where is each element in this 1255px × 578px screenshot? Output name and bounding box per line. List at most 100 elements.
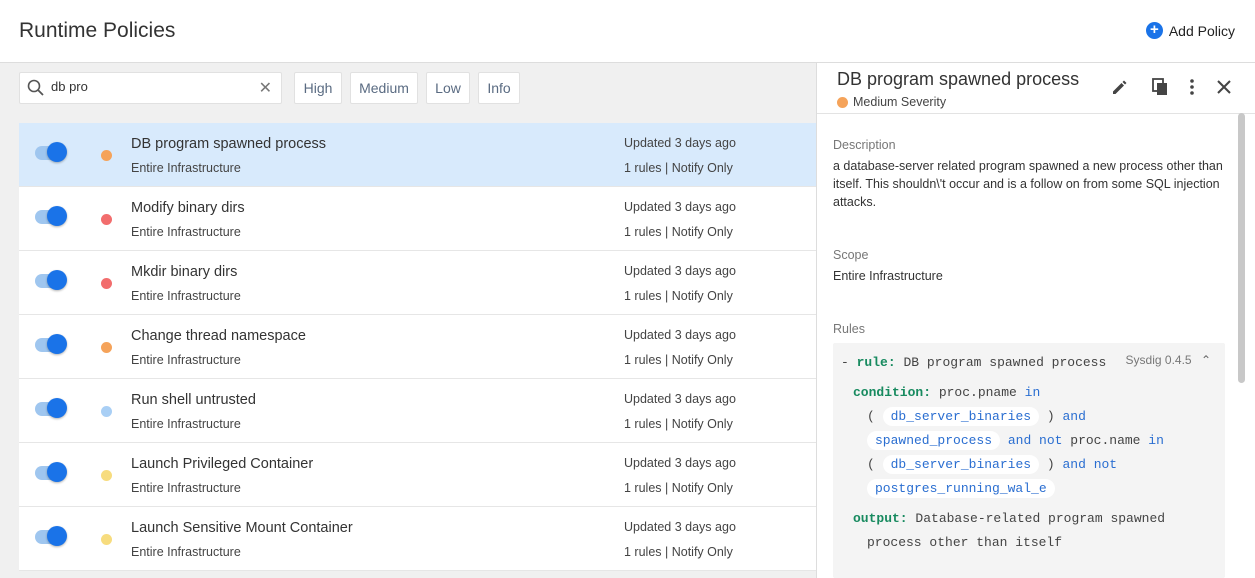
severity-dot: [101, 150, 112, 161]
policy-row[interactable]: Change thread namespace Entire Infrastru…: [19, 315, 816, 379]
enable-toggle[interactable]: [35, 462, 67, 482]
condition-operator: in: [1148, 433, 1164, 448]
enable-toggle[interactable]: [35, 398, 67, 418]
version-label[interactable]: Sysdig 0.4.5 ⌃: [1126, 353, 1211, 367]
output-text: Database-related program spawned: [915, 511, 1166, 526]
condition-field: proc.pname: [938, 385, 1017, 400]
policy-detail-panel: DB program spawned process Medium Severi…: [816, 63, 1255, 578]
condition-key: condition:: [853, 385, 932, 400]
chevron-up-icon: ⌃: [1200, 353, 1211, 367]
policy-row[interactable]: Run shell untrusted Entire Infrastructur…: [19, 379, 816, 443]
policy-meta: 1 rules | Notify Only: [624, 353, 733, 367]
macro-chip[interactable]: postgres_running_wal_e: [867, 479, 1055, 498]
output-text: process other than itself: [867, 535, 1063, 550]
filter-low[interactable]: Low: [426, 72, 470, 104]
clear-search-icon[interactable]: ✕: [259, 78, 272, 98]
enable-toggle[interactable]: [35, 206, 67, 226]
rule-code-block: - rule: DB program spawned process Sysdi…: [833, 343, 1225, 578]
policy-row[interactable]: Mkdir binary dirs Entire Infrastructure …: [19, 251, 816, 315]
policy-name: Launch Sensitive Mount Container: [131, 520, 353, 536]
search-box[interactable]: ✕: [19, 72, 282, 104]
policy-name: Mkdir binary dirs: [131, 264, 238, 280]
severity-dot: [101, 214, 112, 225]
top-bar: Runtime Policies + Add Policy: [0, 0, 1255, 63]
policy-scope: Entire Infrastructure: [131, 417, 241, 431]
filter-info[interactable]: Info: [478, 72, 520, 104]
severity-indicator: Medium Severity: [837, 95, 946, 109]
policy-updated: Updated 3 days ago: [624, 264, 736, 278]
macro-chip[interactable]: db_server_binaries: [882, 407, 1040, 426]
rule-dash: -: [841, 355, 849, 370]
policy-meta: 1 rules | Notify Only: [624, 161, 733, 175]
policy-row[interactable]: Modify binary dirs Entire Infrastructure…: [19, 187, 816, 251]
filter-high[interactable]: High: [294, 72, 342, 104]
scope-text: Entire Infrastructure: [833, 269, 943, 283]
policy-meta: 1 rules | Notify Only: [624, 417, 733, 431]
policy-meta: 1 rules | Notify Only: [624, 545, 733, 559]
condition-operator: in: [1024, 385, 1041, 400]
add-policy-label: Add Policy: [1168, 22, 1235, 39]
rules-label: Rules: [833, 322, 865, 336]
severity-dot: [101, 406, 112, 417]
filter-medium[interactable]: Medium: [350, 72, 418, 104]
severity-dot: [101, 470, 112, 481]
macro-chip[interactable]: db_server_binaries: [882, 455, 1040, 474]
output-key: output:: [853, 511, 908, 526]
severity-dot: [837, 96, 848, 108]
policy-name: Modify binary dirs: [131, 200, 245, 216]
paren-close: ): [1046, 457, 1055, 472]
policy-updated: Updated 3 days ago: [624, 520, 736, 534]
add-policy-button[interactable]: + Add Policy: [1145, 22, 1235, 39]
panel-header: DB program spawned process Medium Severi…: [817, 63, 1255, 114]
close-icon[interactable]: [1214, 77, 1234, 97]
condition-operator: and: [1062, 409, 1086, 424]
scope-label: Scope: [833, 248, 869, 262]
policy-scope: Entire Infrastructure: [131, 161, 241, 175]
policy-updated: Updated 3 days ago: [624, 136, 736, 150]
description-text: a database-server related program spawne…: [833, 159, 1223, 209]
policy-updated: Updated 3 days ago: [624, 200, 736, 214]
paren-open: (: [867, 457, 875, 472]
plus-circle-icon: +: [1145, 22, 1163, 39]
severity-label: Medium Severity: [853, 95, 947, 109]
policy-scope: Entire Infrastructure: [131, 353, 241, 367]
condition-operator: and not: [1062, 457, 1118, 472]
panel-title: DB program spawned process: [837, 69, 1080, 89]
description-label: Description: [833, 138, 896, 152]
severity-dot: [101, 534, 112, 545]
policy-scope: Entire Infrastructure: [131, 545, 241, 559]
enable-toggle[interactable]: [35, 526, 67, 546]
enable-toggle[interactable]: [35, 270, 67, 290]
enable-toggle[interactable]: [35, 142, 67, 162]
policy-row[interactable]: Launch Privileged Container Entire Infra…: [19, 443, 816, 507]
condition-operator: and not: [1007, 433, 1063, 448]
policy-updated: Updated 3 days ago: [624, 456, 736, 470]
policy-meta: 1 rules | Notify Only: [624, 225, 733, 239]
policy-row[interactable]: DB program spawned process Entire Infras…: [19, 123, 816, 187]
macro-chip[interactable]: spawned_process: [867, 431, 1001, 450]
policy-name: Launch Privileged Container: [131, 456, 314, 472]
copy-icon[interactable]: [1150, 77, 1170, 97]
policy-updated: Updated 3 days ago: [624, 392, 736, 406]
paren-open: (: [867, 409, 875, 424]
more-options-icon[interactable]: [1182, 77, 1202, 97]
policy-name: Run shell untrusted: [131, 392, 256, 408]
edit-icon[interactable]: [1110, 77, 1130, 97]
policy-meta: 1 rules | Notify Only: [624, 289, 733, 303]
severity-dot: [101, 278, 112, 289]
policy-scope: Entire Infrastructure: [131, 225, 241, 239]
page-title: Runtime Policies: [19, 19, 176, 42]
policy-name: Change thread namespace: [131, 328, 306, 344]
paren-close: ): [1046, 409, 1055, 424]
policy-row[interactable]: Launch Sensitive Mount Container Entire …: [19, 507, 816, 571]
search-input[interactable]: [51, 79, 251, 94]
enable-toggle[interactable]: [35, 334, 67, 354]
policy-name: DB program spawned process: [131, 136, 327, 152]
policy-scope: Entire Infrastructure: [131, 481, 241, 495]
policy-meta: 1 rules | Notify Only: [624, 481, 733, 495]
severity-dot: [101, 342, 112, 353]
search-icon: [27, 79, 45, 102]
panel-scrollbar[interactable]: [1238, 113, 1245, 383]
policy-updated: Updated 3 days ago: [624, 328, 736, 342]
version-text: Sysdig 0.4.5: [1125, 353, 1192, 367]
